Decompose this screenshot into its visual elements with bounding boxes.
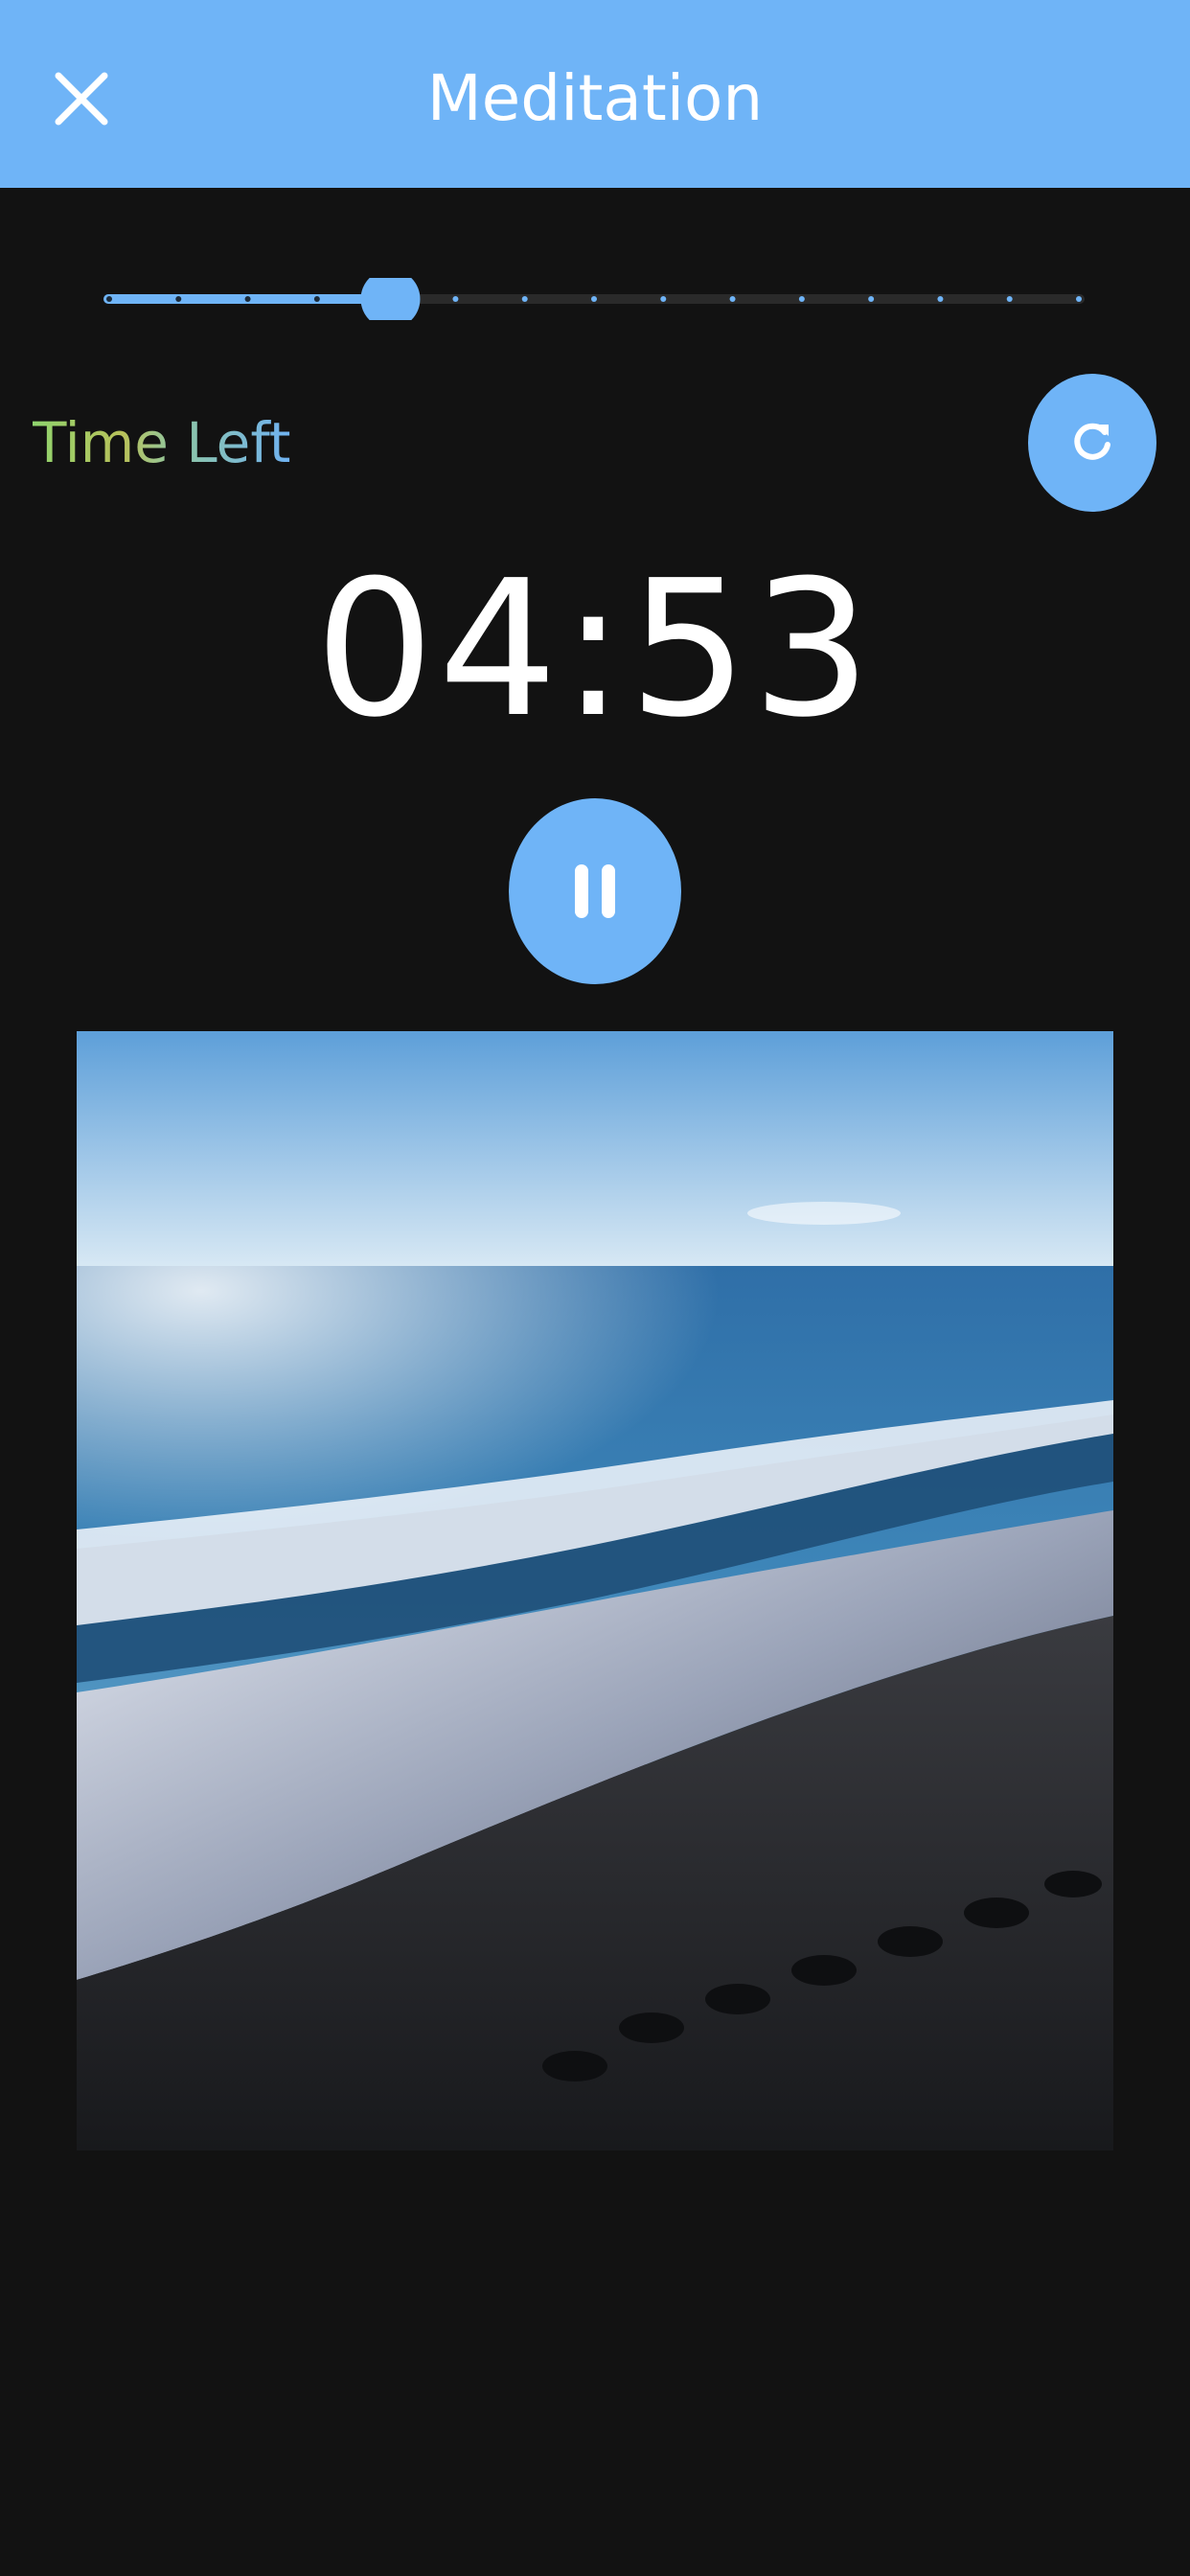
reset-button[interactable] <box>1028 374 1156 512</box>
countdown-timer: 04:53 <box>314 540 876 759</box>
slider-tick <box>313 296 320 302</box>
pause-icon <box>575 864 615 918</box>
app-bar: Meditation <box>0 0 1190 188</box>
meditation-screen: Meditation Time Left 04:53 <box>0 0 1190 2576</box>
slider-tick <box>175 296 182 302</box>
slider-tick <box>1006 296 1013 302</box>
slider-tick <box>591 296 597 302</box>
page-title: Meditation <box>426 61 764 135</box>
refresh-icon <box>1074 423 1110 460</box>
slider-tick <box>937 296 944 302</box>
slider-tick <box>798 296 805 302</box>
duration-slider[interactable] <box>103 278 1085 320</box>
beach-scene-image <box>77 1031 1113 2150</box>
slider-tick <box>244 296 251 302</box>
slider-tick <box>106 296 112 302</box>
time-left-label: Time Left <box>33 402 291 483</box>
slider-tick <box>452 296 459 302</box>
slider-thumb <box>360 278 421 320</box>
slider-tick <box>660 296 667 302</box>
slider-tick <box>521 296 528 302</box>
slider-tick <box>868 296 875 302</box>
slider-tick <box>1076 296 1082 302</box>
pause-button[interactable] <box>509 798 681 984</box>
slider-tick <box>729 296 736 302</box>
